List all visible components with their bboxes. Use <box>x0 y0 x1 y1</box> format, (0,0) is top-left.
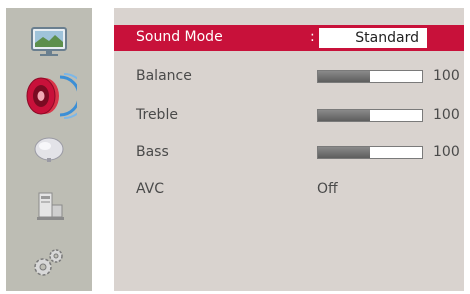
avc-value: Off <box>317 181 338 197</box>
sound-mode-value[interactable]: Standard <box>319 28 427 48</box>
menu-row-bass[interactable]: Bass 100 <box>114 140 464 166</box>
sidebar-item-setup[interactable] <box>6 237 92 287</box>
balance-slider-fill <box>318 71 370 82</box>
treble-label: Treble <box>136 107 178 123</box>
sound-mode-separator: : <box>310 29 315 45</box>
balance-label: Balance <box>136 68 192 84</box>
treble-value: 100 <box>433 107 460 123</box>
balance-slider[interactable] <box>317 70 423 83</box>
picture-icon <box>31 27 67 56</box>
function-icon <box>37 192 64 220</box>
bass-slider-fill <box>318 147 370 158</box>
sidebar-item-function[interactable] <box>6 180 92 230</box>
treble-slider[interactable] <box>317 109 423 122</box>
treble-slider-fill <box>318 110 370 121</box>
sidebar-item-picture[interactable] <box>6 16 92 66</box>
menu-row-sound-mode[interactable]: Sound Mode : Standard <box>114 25 464 51</box>
sound-mode-label: Sound Mode <box>136 29 223 45</box>
menu-row-treble[interactable]: Treble 100 <box>114 103 464 129</box>
menu-row-avc[interactable]: AVC Off <box>114 177 464 203</box>
bass-slider[interactable] <box>317 146 423 159</box>
sidebar-menu <box>6 8 92 291</box>
sidebar-item-channel[interactable] <box>6 122 92 172</box>
bass-value: 100 <box>433 144 460 160</box>
sound-icon <box>26 73 77 119</box>
sound-menu-panel: Sound Mode : Standard Balance 100 Treble… <box>114 8 464 291</box>
menu-row-balance[interactable]: Balance 100 <box>114 64 464 90</box>
avc-label: AVC <box>136 181 165 197</box>
sidebar-item-sound[interactable] <box>6 71 92 121</box>
setup-icon <box>34 249 63 276</box>
bass-label: Bass <box>136 144 169 160</box>
balance-value: 100 <box>433 68 460 84</box>
channel-icon <box>34 137 64 162</box>
